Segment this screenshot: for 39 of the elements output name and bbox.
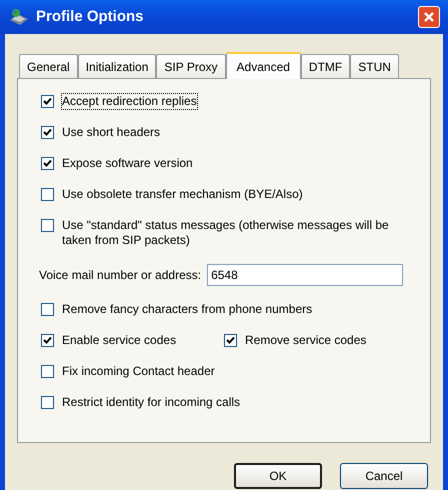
checkbox-label: Use short headers: [62, 125, 160, 140]
checkbox-label: Enable service codes: [62, 333, 176, 348]
tab[interactable]: SIP Proxy: [156, 54, 226, 78]
close-button[interactable]: [418, 6, 440, 28]
checkbox-label: Remove fancy characters from phone numbers: [62, 302, 312, 317]
checkbox[interactable]: [41, 365, 54, 378]
checkbox[interactable]: [224, 334, 237, 347]
checkbox[interactable]: [41, 396, 54, 409]
checkbox-label: Remove service codes: [245, 333, 366, 348]
tab[interactable]: STUN: [350, 54, 399, 78]
checkbox[interactable]: [41, 157, 54, 170]
tab[interactable]: DTMF: [300, 54, 350, 78]
checkbox-label: Accept redirection replies: [62, 94, 197, 109]
voice-mail-field[interactable]: 6548: [207, 264, 404, 286]
checkbox-label: Restrict identity for incoming calls: [62, 395, 240, 410]
check-icon: [226, 336, 235, 345]
checkbox[interactable]: [41, 188, 54, 201]
window-title: Profile Options: [36, 6, 144, 27]
check-icon: [43, 336, 52, 345]
checkbox-label: Use obsolete transfer mechanism (BYE/Also): [62, 187, 303, 202]
checkbox[interactable]: [41, 219, 54, 232]
checkbox-label: Fix incoming Contact header: [62, 364, 215, 379]
checkbox[interactable]: [41, 303, 54, 316]
field-label: Voice mail number or address:: [39, 267, 202, 284]
check-icon: [43, 159, 52, 168]
tab[interactable]: General: [19, 54, 78, 78]
check-icon: [43, 97, 52, 106]
check-icon: [43, 128, 52, 137]
checkbox-label: Use "standard" status messages (otherwise messages will be taken from SIP packets): [62, 218, 390, 248]
checkbox[interactable]: [41, 126, 54, 139]
checkbox-label: Expose software version: [62, 156, 193, 171]
dialog-button[interactable]: Cancel: [340, 463, 428, 489]
tab[interactable]: Initialization: [78, 54, 156, 78]
checkbox[interactable]: [41, 95, 54, 108]
dialog-button[interactable]: OK: [234, 463, 322, 489]
phone-icon: [8, 8, 30, 26]
close-icon: [423, 11, 435, 23]
tab[interactable]: Advanced: [226, 52, 301, 79]
checkbox[interactable]: [41, 334, 54, 347]
